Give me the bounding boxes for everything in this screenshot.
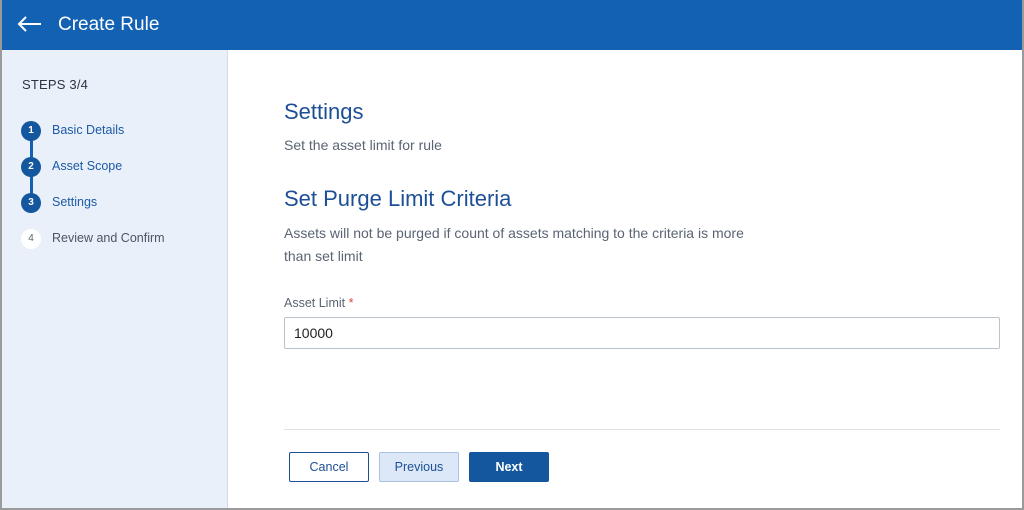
purge-limit-title: Set Purge Limit Criteria (284, 186, 512, 211)
footer-divider (284, 429, 1000, 430)
asset-limit-label-text: Asset Limit (284, 296, 346, 310)
section-subheading: Set the asset limit for rule (284, 137, 442, 153)
step-number-badge: 4 (21, 229, 41, 249)
steps-progress-label: STEPS 3/4 (22, 77, 89, 92)
step-label: Review and Confirm (52, 231, 165, 245)
section-heading: Settings (284, 99, 364, 124)
app-window: Create Rule STEPS 3/4 1 Basic Details 2 … (0, 0, 1024, 510)
cancel-button[interactable]: Cancel (289, 452, 369, 482)
step-settings[interactable]: 3 Settings (21, 192, 221, 214)
step-number-badge: 3 (21, 193, 41, 213)
step-number-badge: 2 (21, 157, 41, 177)
previous-button[interactable]: Previous (379, 452, 459, 482)
step-basic-details[interactable]: 1 Basic Details (21, 120, 221, 142)
steps-sidebar: STEPS 3/4 1 Basic Details 2 Asset Scope … (2, 50, 228, 508)
step-label: Basic Details (52, 123, 125, 137)
top-bar: Create Rule (2, 0, 1022, 50)
asset-limit-input[interactable] (284, 317, 1000, 349)
step-label: Asset Scope (52, 159, 123, 173)
step-review-and-confirm[interactable]: 4 Review and Confirm (21, 228, 221, 250)
required-asterisk: * (348, 296, 354, 310)
asset-limit-label: Asset Limit * (284, 296, 354, 310)
back-arrow-icon[interactable] (16, 12, 44, 38)
step-label: Settings (52, 195, 98, 209)
step-asset-scope[interactable]: 2 Asset Scope (21, 156, 221, 178)
purge-limit-description: Assets will not be purged if count of as… (284, 225, 744, 264)
page-title: Create Rule (58, 14, 160, 35)
main-content: Settings Set the asset limit for rule Se… (230, 50, 1022, 508)
next-button[interactable]: Next (469, 452, 549, 482)
step-number-badge: 1 (21, 121, 41, 141)
